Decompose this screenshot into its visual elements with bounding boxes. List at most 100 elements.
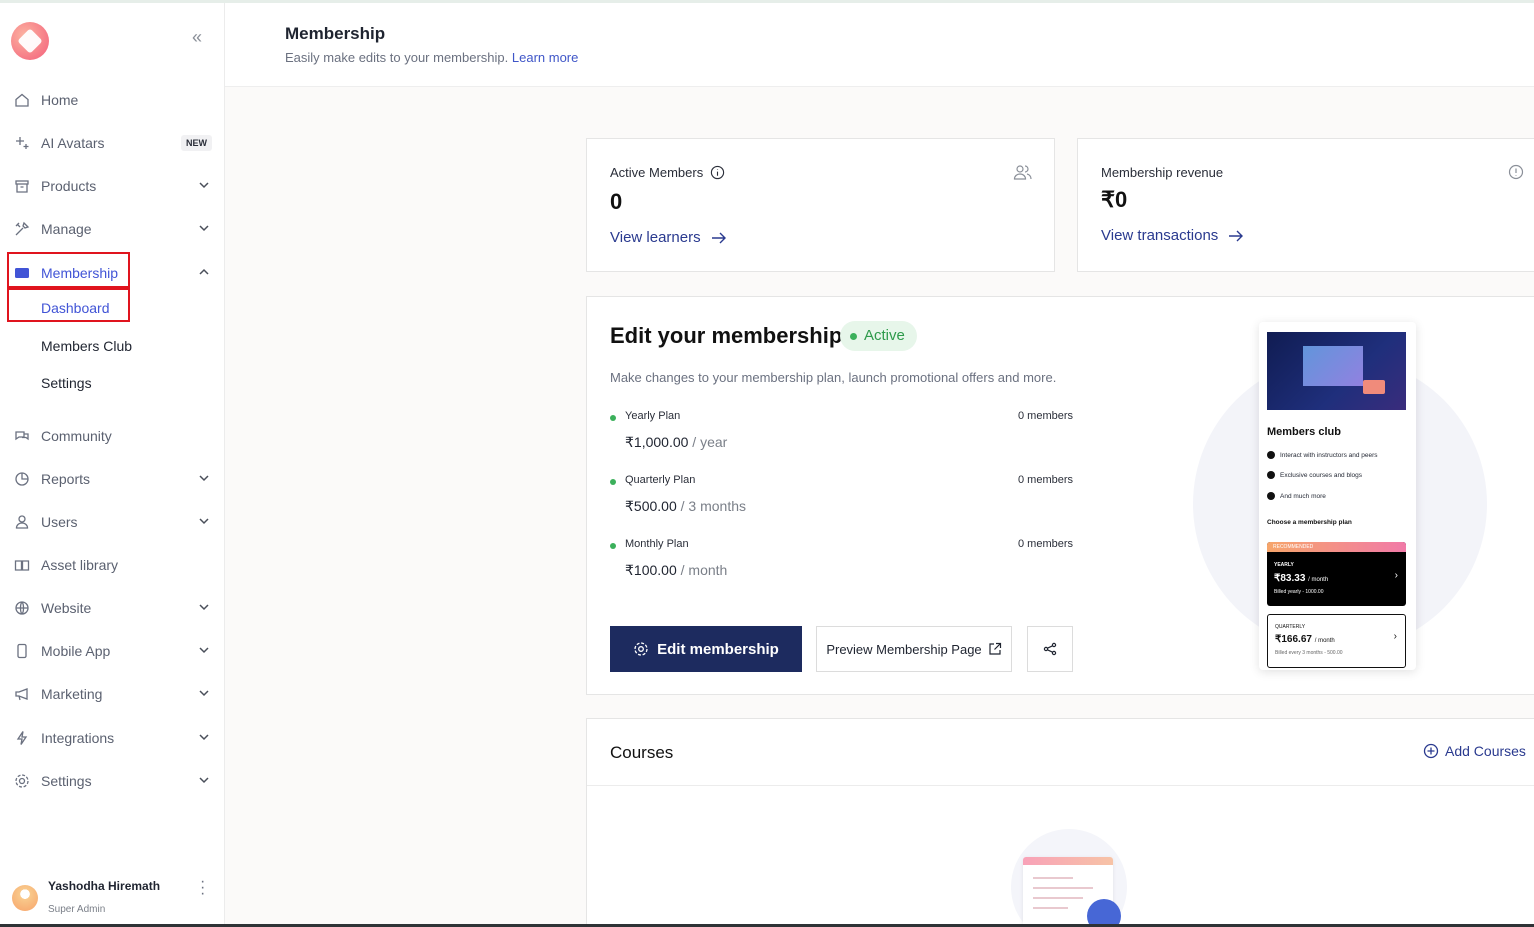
sidebar-item-ai-avatars[interactable]: AI Avatars NEW (0, 128, 224, 158)
check-icon (1267, 471, 1275, 479)
revenue-value: ₹0 (1101, 187, 1128, 212)
chevron-down-icon[interactable] (197, 686, 211, 700)
plan-name: Yearly Plan (625, 410, 681, 422)
add-courses-button[interactable]: Add Courses (1423, 743, 1526, 759)
button-label: Preview Membership Page (826, 641, 982, 657)
chevron-down-icon[interactable] (197, 643, 211, 657)
sidebar-item-label: Reports (41, 471, 91, 487)
user-icon (13, 513, 31, 531)
page-subtitle: Easily make edits to your membership. Le… (285, 50, 578, 65)
plan-price: ₹166.67 / month (1275, 634, 1335, 645)
billed-text: Billed every 3 months - 500.00 (1275, 650, 1343, 656)
sidebar-item-integrations[interactable]: Integrations (0, 723, 224, 753)
price-period: / year (692, 434, 728, 450)
preview-membership-page-button[interactable]: Preview Membership Page (816, 626, 1012, 672)
bullet-text: Interact with instructors and peers (1280, 451, 1378, 459)
active-members-label: Active Members (610, 165, 725, 180)
price-period: / month (1314, 638, 1335, 644)
new-badge: NEW (181, 135, 212, 151)
sidebar-item-label: Settings (41, 773, 92, 789)
preview-bullet: Interact with instructors and peers (1267, 451, 1378, 459)
status-dot (610, 415, 616, 421)
view-learners-link[interactable]: View learners (610, 229, 727, 246)
sidebar-item-asset-library[interactable]: Asset library (0, 550, 224, 580)
price-period: / month (680, 562, 728, 578)
empty-courses-illustration (1011, 829, 1127, 927)
chevron-up-icon[interactable] (197, 265, 211, 279)
bullet-text: And much more (1280, 492, 1326, 500)
sidebar-item-marketing[interactable]: Marketing (0, 679, 224, 709)
bullet-text: Exclusive courses and blogs (1280, 471, 1363, 479)
sidebar-item-community[interactable]: Community (0, 421, 224, 451)
subtitle-text: Easily make edits to your membership. (285, 50, 509, 65)
plan-price: ₹83.33 / month (1274, 573, 1328, 584)
sidebar-item-settings[interactable]: Settings (0, 766, 224, 796)
book-icon (13, 556, 31, 574)
sidebar-item-products[interactable]: Products (0, 171, 224, 201)
courses-card: Courses Add Courses (586, 718, 1534, 927)
sidebar-item-reports[interactable]: Reports (0, 464, 224, 494)
gear-icon (13, 772, 31, 790)
chevron-down-icon[interactable] (197, 178, 211, 192)
share-button[interactable] (1027, 626, 1073, 672)
sidebar-item-mobile-app[interactable]: Mobile App (0, 636, 224, 666)
collapse-sidebar-icon[interactable]: « (192, 27, 202, 48)
pie-chart-icon (13, 470, 31, 488)
chevron-down-icon[interactable] (197, 730, 211, 744)
preview-bullet: And much more (1267, 492, 1326, 500)
line-graphic (1033, 907, 1068, 909)
preview-yearly-plan: RECOMMENDED YEARLY ₹83.33 / month Billed… (1267, 542, 1406, 606)
chevron-down-icon[interactable] (197, 221, 211, 235)
plan-name: QUARTERLY (1275, 624, 1306, 630)
active-members-value: 0 (610, 189, 623, 214)
sidebar-item-website[interactable]: Website (0, 593, 224, 623)
chevron-down-icon[interactable] (197, 514, 211, 528)
highlight-box-membership (7, 252, 130, 288)
view-transactions-link[interactable]: View transactions (1101, 227, 1244, 244)
plan-member-count: 0 members (1018, 538, 1074, 550)
price-period: / 3 months (680, 498, 746, 514)
user-role: Super Admin (48, 904, 106, 915)
sidebar-subitem-members-club[interactable]: Members Club (41, 338, 132, 354)
plan-price: ₹500.00 / 3 months (625, 498, 746, 515)
more-options-icon[interactable]: · · · (200, 874, 205, 902)
plan-name: Monthly Plan (625, 538, 689, 550)
link-text: View transactions (1101, 227, 1219, 244)
megaphone-icon (13, 685, 31, 703)
chevron-down-icon[interactable] (197, 600, 211, 614)
learn-more-link[interactable]: Learn more (512, 50, 578, 65)
button-label: Edit membership (657, 640, 779, 658)
page-header: Membership Easily make edits to your mem… (225, 3, 1534, 87)
sidebar-item-label: Website (41, 600, 92, 616)
button-label: Add Courses (1445, 743, 1526, 759)
sidebar-subitem-settings[interactable]: Settings (41, 375, 92, 391)
chevron-down-icon[interactable] (197, 773, 211, 787)
line-graphic (1033, 887, 1093, 889)
chevron-down-icon[interactable] (197, 471, 211, 485)
sidebar-item-label: Products (41, 178, 97, 194)
avatar (12, 885, 38, 911)
status-badge: Active (840, 321, 917, 351)
sidebar-item-manage[interactable]: Manage (0, 214, 224, 244)
sidebar-item-label: Asset library (41, 557, 119, 573)
preview-title: Members club (1267, 426, 1341, 438)
sidebar-item-label: Community (41, 428, 112, 444)
page-title: Membership (285, 24, 386, 43)
sidebar-item-label: AI Avatars (41, 135, 105, 151)
sparkle-icon (13, 134, 31, 152)
link-text: View learners (610, 229, 701, 246)
info-icon[interactable] (710, 165, 725, 180)
sidebar-item-label: Marketing (41, 686, 103, 702)
plan-name: YEARLY (1274, 562, 1294, 568)
sidebar-item-users[interactable]: Users (0, 507, 224, 537)
info-icon[interactable] (1508, 164, 1524, 180)
edit-membership-button[interactable]: Edit membership (610, 626, 802, 672)
app-logo[interactable] (11, 22, 49, 60)
arrow-right-icon (1229, 230, 1244, 241)
globe-icon (13, 599, 31, 617)
user-profile[interactable]: Yashodha Hiremath Super Admin · · · (0, 873, 224, 917)
membership-revenue-card: Membership revenue ₹0 View transactions (1077, 138, 1534, 272)
plan-member-count: 0 members (1018, 410, 1074, 422)
sidebar-item-home[interactable]: Home (0, 85, 224, 115)
plan-name: Quarterly Plan (625, 474, 696, 486)
